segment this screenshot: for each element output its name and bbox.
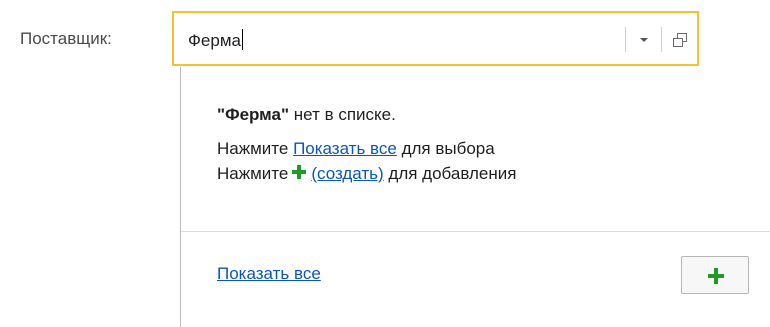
plus-icon — [291, 164, 307, 180]
open-button[interactable] — [670, 30, 690, 50]
not-found-text: нет в списке. — [289, 105, 396, 124]
popup-divider — [181, 231, 770, 232]
supplier-field[interactable]: Ферма — [172, 11, 699, 66]
open-form-icon — [673, 33, 687, 47]
show-all-link[interactable]: Показать все — [293, 139, 397, 158]
add-button[interactable] — [681, 256, 749, 294]
field-separator — [661, 27, 662, 52]
not-found-popup: "Ферма" нет в списке. Нажмите Показать в… — [180, 67, 770, 327]
supplier-input-value: Ферма — [188, 31, 241, 50]
not-found-term: Ферма — [225, 105, 281, 124]
supplier-label: Поставщик: — [20, 29, 112, 48]
create-hint: Нажмите (создать) для добавления — [217, 164, 517, 183]
show-all-bottom-link[interactable]: Показать все — [217, 263, 321, 285]
supplier-input[interactable]: Ферма — [188, 29, 243, 52]
not-found-message: "Ферма" нет в списке. Нажмите Показать в… — [217, 104, 516, 185]
not-found-line: "Ферма" нет в списке. — [217, 105, 396, 124]
create-link[interactable]: (создать) — [311, 164, 383, 183]
field-separator — [625, 27, 626, 52]
plus-icon — [708, 268, 724, 284]
show-all-hint: Нажмите Показать все для выбора — [217, 139, 495, 158]
text-caret — [241, 29, 243, 50]
dropdown-button[interactable] — [632, 27, 656, 52]
chevron-down-icon — [640, 37, 648, 42]
